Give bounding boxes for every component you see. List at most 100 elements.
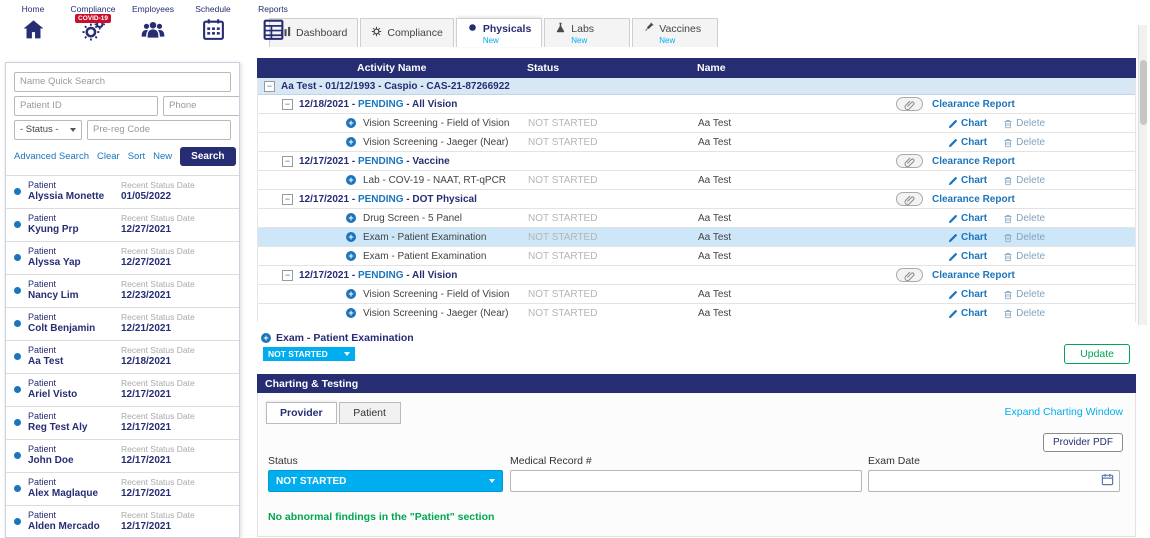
activity-group-row[interactable]: −12/17/2021 - PENDING - VaccineClearance… <box>258 152 1135 171</box>
tab-compliance[interactable]: Compliance <box>360 18 453 47</box>
activity-row[interactable]: +Vision Screening - Jaeger (Near)NOT STA… <box>258 304 1135 322</box>
charting-status-select[interactable]: NOT STARTED <box>268 470 503 492</box>
delete-link[interactable]: Delete <box>1003 232 1045 243</box>
patient-type-label: Patient <box>28 213 121 224</box>
delete-link[interactable]: Delete <box>1003 251 1045 262</box>
scrollbar-thumb[interactable] <box>1140 60 1147 125</box>
activity-row[interactable]: +Vision Screening - Field of VisionNOT S… <box>258 114 1135 133</box>
status-filter-select[interactable]: - Status - <box>14 120 82 140</box>
clearance-report-link[interactable]: Clearance Report <box>932 156 1015 167</box>
patient-list-item[interactable]: PatientAlyssa YapRecent Status Date12/27… <box>6 241 239 274</box>
patient-id-input[interactable] <box>14 96 158 116</box>
scrollbar[interactable] <box>1138 25 1147 325</box>
exam-date-input[interactable] <box>868 470 1120 492</box>
medical-record-input[interactable] <box>510 470 862 492</box>
chart-link[interactable]: Chart <box>948 118 987 129</box>
activity-row[interactable]: +Exam - Patient ExaminationNOT STARTEDAa… <box>258 228 1135 247</box>
activity-row[interactable]: +Exam - Patient ExaminationNOT STARTEDAa… <box>258 247 1135 266</box>
tab-labs[interactable]: LabsNew <box>544 18 630 47</box>
delete-link[interactable]: Delete <box>1003 118 1045 129</box>
expand-icon[interactable]: + <box>346 251 356 261</box>
clearance-report-link[interactable]: Clearance Report <box>932 194 1015 205</box>
new-link[interactable]: New <box>153 151 172 162</box>
charting-tab-patient[interactable]: Patient <box>339 402 401 424</box>
sort-link[interactable]: Sort <box>128 151 145 162</box>
patient-list-item[interactable]: PatientAa TestRecent Status Date12/18/20… <box>6 340 239 373</box>
nav-item-schedule[interactable]: Schedule <box>188 4 238 42</box>
chart-link[interactable]: Chart <box>948 289 987 300</box>
patient-list-item[interactable]: PatientNancy LimRecent Status Date12/23/… <box>6 274 239 307</box>
patient-sidebar: - Status - Advanced Search Clear Sort Ne… <box>5 62 240 538</box>
patient-list-item[interactable]: PatientAriel VistoRecent Status Date12/1… <box>6 373 239 406</box>
clearance-report-link[interactable]: Clearance Report <box>932 99 1015 110</box>
activity-status-dropdown[interactable]: NOT STARTED <box>263 347 355 361</box>
chart-link[interactable]: Chart <box>948 251 987 262</box>
activity-group-row[interactable]: −12/17/2021 - PENDING - All VisionCleara… <box>258 266 1135 285</box>
patient-list-item[interactable]: PatientAlex MaglaqueRecent Status Date12… <box>6 472 239 505</box>
calendar-icon[interactable] <box>1101 473 1114 489</box>
chart-link[interactable]: Chart <box>948 232 987 243</box>
expand-icon[interactable]: + <box>346 175 356 185</box>
delete-link[interactable]: Delete <box>1003 289 1045 300</box>
name-quick-search-input[interactable] <box>14 72 231 92</box>
delete-link[interactable]: Delete <box>1003 175 1045 186</box>
patient-group-row[interactable]: −Aa Test - 01/12/1993 - Caspio - CAS-21-… <box>258 78 1135 95</box>
activity-group-row[interactable]: −12/17/2021 - PENDING - DOT PhysicalClea… <box>258 190 1135 209</box>
attachment-button[interactable] <box>896 192 923 206</box>
activity-group-row[interactable]: −12/18/2021 - PENDING - All VisionCleara… <box>258 95 1135 114</box>
update-button[interactable]: Update <box>1064 344 1130 364</box>
collapse-icon[interactable]: − <box>282 156 293 167</box>
nav-item-employees[interactable]: Employees <box>128 4 178 42</box>
patient-type-label: Patient <box>28 477 121 488</box>
tab-physicals[interactable]: PhysicalsNew <box>456 18 542 47</box>
expand-icon[interactable]: + <box>261 333 271 343</box>
expand-icon[interactable]: + <box>346 289 356 299</box>
phone-input[interactable] <box>163 96 240 116</box>
delete-link[interactable]: Delete <box>1003 308 1045 319</box>
clear-link[interactable]: Clear <box>97 151 120 162</box>
chart-link[interactable]: Chart <box>948 137 987 148</box>
patient-list-item[interactable]: PatientAlyssia MonetteRecent Status Date… <box>6 175 239 208</box>
expand-icon[interactable]: + <box>346 118 356 128</box>
collapse-icon[interactable]: − <box>282 99 293 110</box>
activity-row[interactable]: +Drug Screen - 5 PanelNOT STARTEDAa Test… <box>258 209 1135 228</box>
advanced-search-link[interactable]: Advanced Search <box>14 151 89 162</box>
patient-list-item[interactable]: PatientReg Test AlyRecent Status Date12/… <box>6 406 239 439</box>
status-field-label: Status <box>268 455 298 467</box>
patient-list-item[interactable]: PatientColt BenjaminRecent Status Date12… <box>6 307 239 340</box>
patient-list-item[interactable]: PatientJohn DoeRecent Status Date12/17/2… <box>6 439 239 472</box>
expand-charting-link[interactable]: Expand Charting Window <box>1005 406 1123 418</box>
nav-item-home[interactable]: Home <box>8 4 58 42</box>
clearance-report-link[interactable]: Clearance Report <box>932 270 1015 281</box>
chart-link[interactable]: Chart <box>948 308 987 319</box>
collapse-icon[interactable]: − <box>282 194 293 205</box>
expand-icon[interactable]: + <box>346 232 356 242</box>
charting-tab-provider[interactable]: Provider <box>266 402 337 424</box>
prereg-code-input[interactable] <box>87 120 231 140</box>
nav-item-compliance[interactable]: ComplianceCOVID-19 <box>68 4 118 42</box>
patient-list-item[interactable]: PatientAlden MercadoRecent Status Date12… <box>6 505 239 538</box>
tab-vaccines[interactable]: VaccinesNew <box>632 18 718 47</box>
column-header-activity-name: Activity Name <box>357 62 426 74</box>
activity-row[interactable]: +Lab - COV-19 - NAAT, RT-qPCRNOT STARTED… <box>258 171 1135 190</box>
chart-link[interactable]: Chart <box>948 175 987 186</box>
attachment-button[interactable] <box>896 268 923 282</box>
expand-icon[interactable]: + <box>346 213 356 223</box>
collapse-icon[interactable]: − <box>264 81 275 92</box>
delete-link[interactable]: Delete <box>1003 213 1045 224</box>
patient-list-item[interactable]: PatientKyung PrpRecent Status Date12/27/… <box>6 208 239 241</box>
expand-icon[interactable]: + <box>346 137 356 147</box>
provider-pdf-button[interactable]: Provider PDF <box>1043 433 1123 452</box>
nav-item-reports[interactable]: Reports <box>248 4 298 42</box>
attachment-button[interactable] <box>896 154 923 168</box>
search-button[interactable]: Search <box>180 147 235 166</box>
chart-link[interactable]: Chart <box>948 213 987 224</box>
attachment-button[interactable] <box>896 97 923 111</box>
activity-table-header: Activity Name Status Name <box>257 58 1136 78</box>
collapse-icon[interactable]: − <box>282 270 293 281</box>
status-date-value: 12/17/2021 <box>121 521 195 533</box>
activity-row[interactable]: +Vision Screening - Jaeger (Near)NOT STA… <box>258 133 1135 152</box>
delete-link[interactable]: Delete <box>1003 137 1045 148</box>
expand-icon[interactable]: + <box>346 308 356 318</box>
activity-row[interactable]: +Vision Screening - Field of VisionNOT S… <box>258 285 1135 304</box>
